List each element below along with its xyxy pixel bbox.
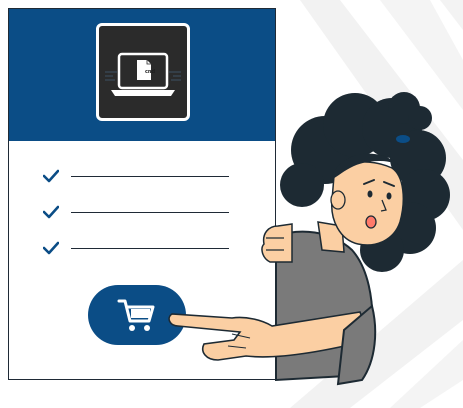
illustration: cnd (0, 0, 463, 408)
woman-figure (168, 92, 450, 386)
holding-hand (261, 223, 293, 263)
hair-tie (396, 135, 410, 143)
